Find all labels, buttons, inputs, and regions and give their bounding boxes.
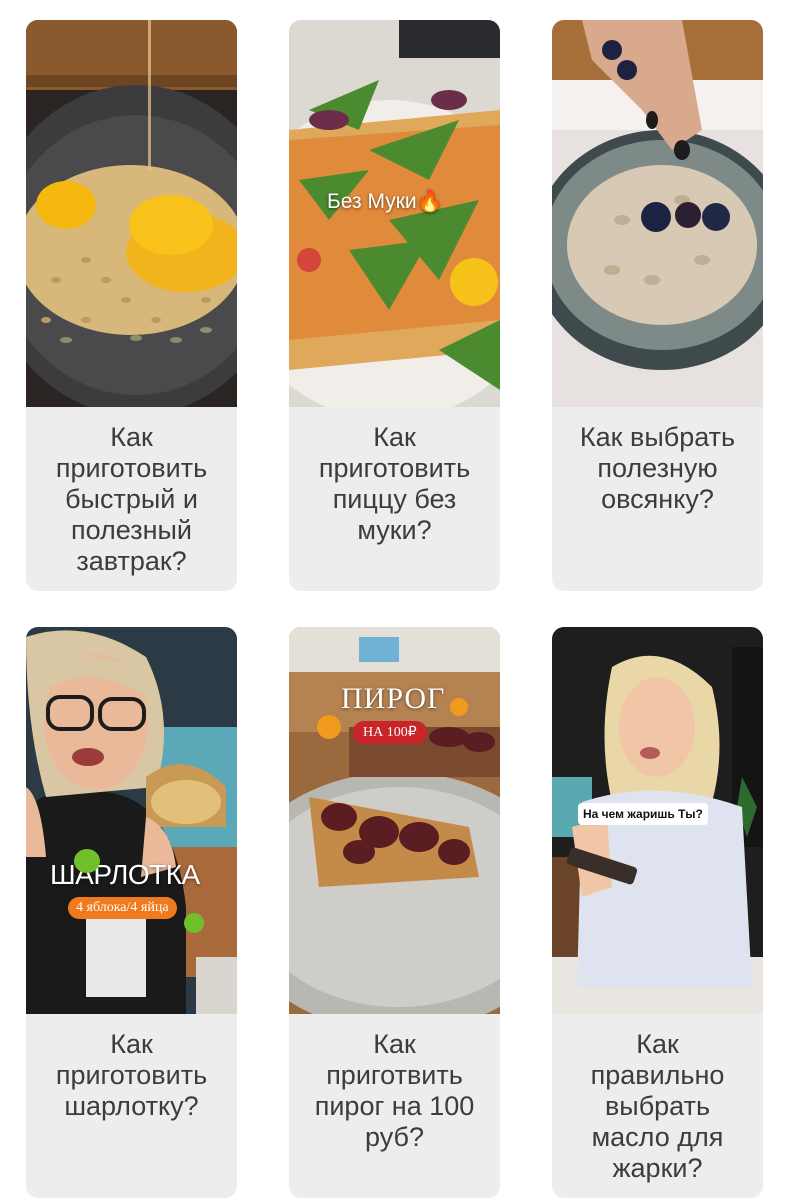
frying-oil-overlay-bubble: На чем жаришь Ты? <box>578 803 708 825</box>
apple-icon <box>184 913 204 933</box>
video-caption: Как выбрать полезную овсянку? <box>579 422 736 514</box>
video-caption: Как правильно выбрать масло для жарки? <box>590 1029 725 1183</box>
video-caption: Как приготовить шарлотку? <box>55 1029 208 1121</box>
video-card-frying-oil[interactable]: На чем жаришь Ты? Как правильно выбрать … <box>552 627 763 1198</box>
video-card-oatmeal[interactable]: Как выбрать полезную овсянку? <box>552 20 763 591</box>
video-thumbnail[interactable]: На чем жаришь Ты? <box>552 627 763 1014</box>
video-thumbnail[interactable]: ШАРЛОТКА 4 яблока/4 яйца <box>26 627 237 1014</box>
fire-icon: 🔥 <box>416 190 443 213</box>
video-caption: Как приготовить быстрый и полезный завтр… <box>55 422 208 576</box>
apple-icon <box>74 849 100 873</box>
video-card-breakfast[interactable]: Как приготовить быстрый и полезный завтр… <box>26 20 237 591</box>
pie-overlay-title: ПИРОГ <box>341 682 446 715</box>
video-caption: Как приготовить пиццу без муки? <box>318 422 471 545</box>
charlotte-overlay-badge: 4 яблока/4 яйца <box>68 897 177 919</box>
video-thumbnail[interactable] <box>26 20 237 407</box>
charlotte-overlay-title: ШАРЛОТКА <box>50 859 200 890</box>
video-card-pizza[interactable]: Без Муки🔥 Как приготовить пиццу без муки… <box>289 20 500 591</box>
video-thumbnail[interactable]: Без Муки🔥 <box>289 20 500 407</box>
video-card-pie[interactable]: ПИРОГ НА 100₽ Как приготвить пирог на 10… <box>289 627 500 1198</box>
video-card-charlotte[interactable]: ШАРЛОТКА 4 яблока/4 яйца Как приготовить… <box>26 627 237 1198</box>
pie-overlay-badge: НА 100₽ <box>353 721 427 744</box>
video-caption: Как приготвить пирог на 100 руб? <box>314 1029 475 1152</box>
video-thumbnail[interactable]: ПИРОГ НА 100₽ <box>289 627 500 1014</box>
pizza-overlay-title: Без Муки🔥 <box>327 190 443 213</box>
breakfast-pan-image <box>26 20 237 407</box>
video-thumbnail[interactable] <box>552 20 763 407</box>
oatmeal-bowl-image <box>552 20 763 407</box>
charlotte-woman-image <box>26 627 237 1014</box>
